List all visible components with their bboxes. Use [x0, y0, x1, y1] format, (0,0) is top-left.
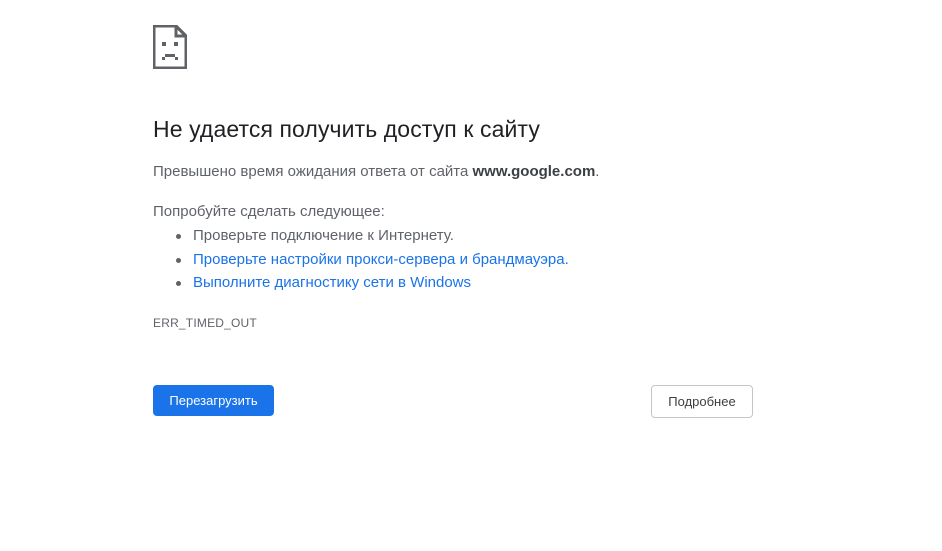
reload-button[interactable]: Перезагрузить: [153, 385, 274, 416]
suggestion-item: Проверьте подключение к Интернету.: [153, 226, 569, 250]
error-page: Не удается получить доступ к сайту Превы…: [0, 0, 942, 551]
error-host: www.google.com: [472, 163, 596, 180]
proxy-firewall-link[interactable]: Проверьте настройки прокси-сервера и бра…: [193, 251, 569, 268]
error-code: ERR_TIMED_OUT: [153, 316, 257, 330]
error-message: Превышено время ожидания ответа от сайта…: [153, 163, 599, 180]
details-button[interactable]: Подробнее: [651, 385, 753, 418]
suggestions-heading: Попробуйте сделать следующее:: [153, 203, 385, 220]
suggestions-list: Проверьте подключение к Интернету. Прове…: [153, 226, 569, 297]
network-diagnostics-link[interactable]: Выполните диагностику сети в Windows: [193, 274, 471, 291]
sad-page-icon: [153, 25, 187, 69]
error-message-prefix: Превышено время ожидания ответа от сайта: [153, 163, 473, 180]
suggestion-text: Проверьте подключение к Интернету.: [193, 227, 454, 244]
page-title: Не удается получить доступ к сайту: [153, 116, 540, 142]
error-message-suffix: .: [595, 163, 600, 180]
suggestion-item: Выполните диагностику сети в Windows: [153, 273, 569, 297]
suggestion-item: Проверьте настройки прокси-сервера и бра…: [153, 250, 569, 274]
